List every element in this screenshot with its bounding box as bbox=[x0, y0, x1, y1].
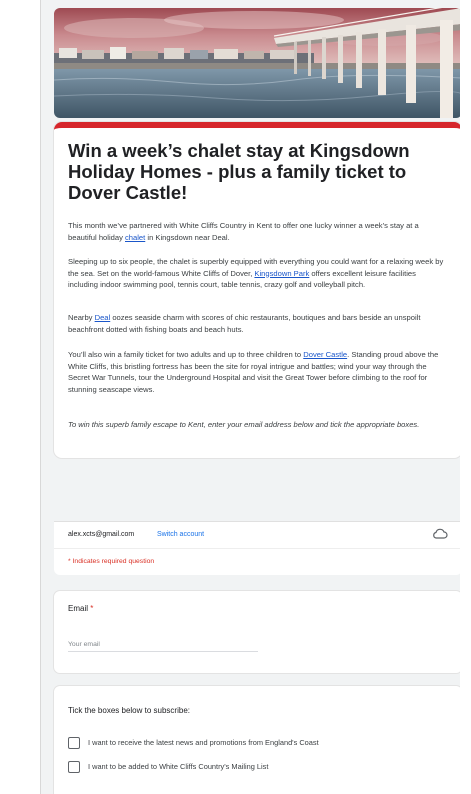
form-title: Win a week’s chalet stay at Kingsdown Ho… bbox=[68, 140, 410, 203]
intro-text: You’ll also win a family ticket for two … bbox=[68, 350, 304, 359]
intro-text: Nearby bbox=[68, 313, 95, 322]
intro-instructions: To win this superb family escape to Kent… bbox=[68, 420, 420, 429]
deal-link[interactable]: Deal bbox=[95, 313, 111, 322]
chalet-link[interactable]: chalet bbox=[125, 233, 145, 242]
email-question-label: Email * bbox=[68, 604, 93, 613]
intro-text: oozes seaside charm with scores of chic … bbox=[68, 313, 421, 334]
form-screen: Win a week’s chalet stay at Kingsdown Ho… bbox=[40, 0, 462, 794]
form-header-card: Win a week’s chalet stay at Kingsdown Ho… bbox=[54, 122, 461, 458]
required-note: * Indicates required question bbox=[68, 558, 155, 565]
cloud-sync-icon[interactable] bbox=[432, 527, 448, 541]
intro-text: in Kingsdown near Deal. bbox=[145, 232, 230, 242]
email-input[interactable] bbox=[68, 637, 258, 652]
account-bar: alex.xcts@gmail.com Switch account bbox=[54, 521, 461, 548]
page-margin-left bbox=[0, 0, 40, 794]
intro-paragraph-2: Sleeping up to six people, the chalet is… bbox=[68, 256, 448, 291]
intro-paragraph-3: Nearby Deal oozes seaside charm with sco… bbox=[68, 312, 448, 335]
subscribe-question-card: Tick the boxes below to subscribe: I wan… bbox=[54, 686, 461, 794]
kingsdown-park-link[interactable]: Kingsdown Park bbox=[254, 269, 309, 278]
dover-castle-link[interactable]: Dover Castle bbox=[303, 350, 347, 359]
intro-paragraph-4: You’ll also win a family ticket for two … bbox=[68, 349, 448, 395]
subscribe-option-label: I want to receive the latest news and pr… bbox=[88, 738, 319, 747]
page-margin-right bbox=[460, 0, 471, 794]
switch-account-link[interactable]: Switch account bbox=[157, 531, 204, 538]
required-asterisk: * bbox=[90, 604, 94, 613]
email-label-text: Email bbox=[68, 604, 89, 613]
subscribe-option-label: I want to be added to White Cliffs Count… bbox=[88, 762, 269, 771]
account-email: alex.xcts@gmail.com bbox=[68, 531, 135, 538]
email-question-card: Email * bbox=[54, 591, 461, 673]
subscribe-question-title: Tick the boxes below to subscribe: bbox=[68, 706, 190, 715]
checkbox[interactable] bbox=[68, 737, 80, 749]
header-image bbox=[54, 8, 461, 118]
checkbox[interactable] bbox=[68, 761, 80, 773]
intro-paragraph-1: This month we’ve partnered with White Cl… bbox=[68, 220, 448, 243]
required-note-bar: * Indicates required question bbox=[54, 548, 461, 575]
intro-text: This month we’ve partnered with White Cl… bbox=[68, 221, 419, 242]
